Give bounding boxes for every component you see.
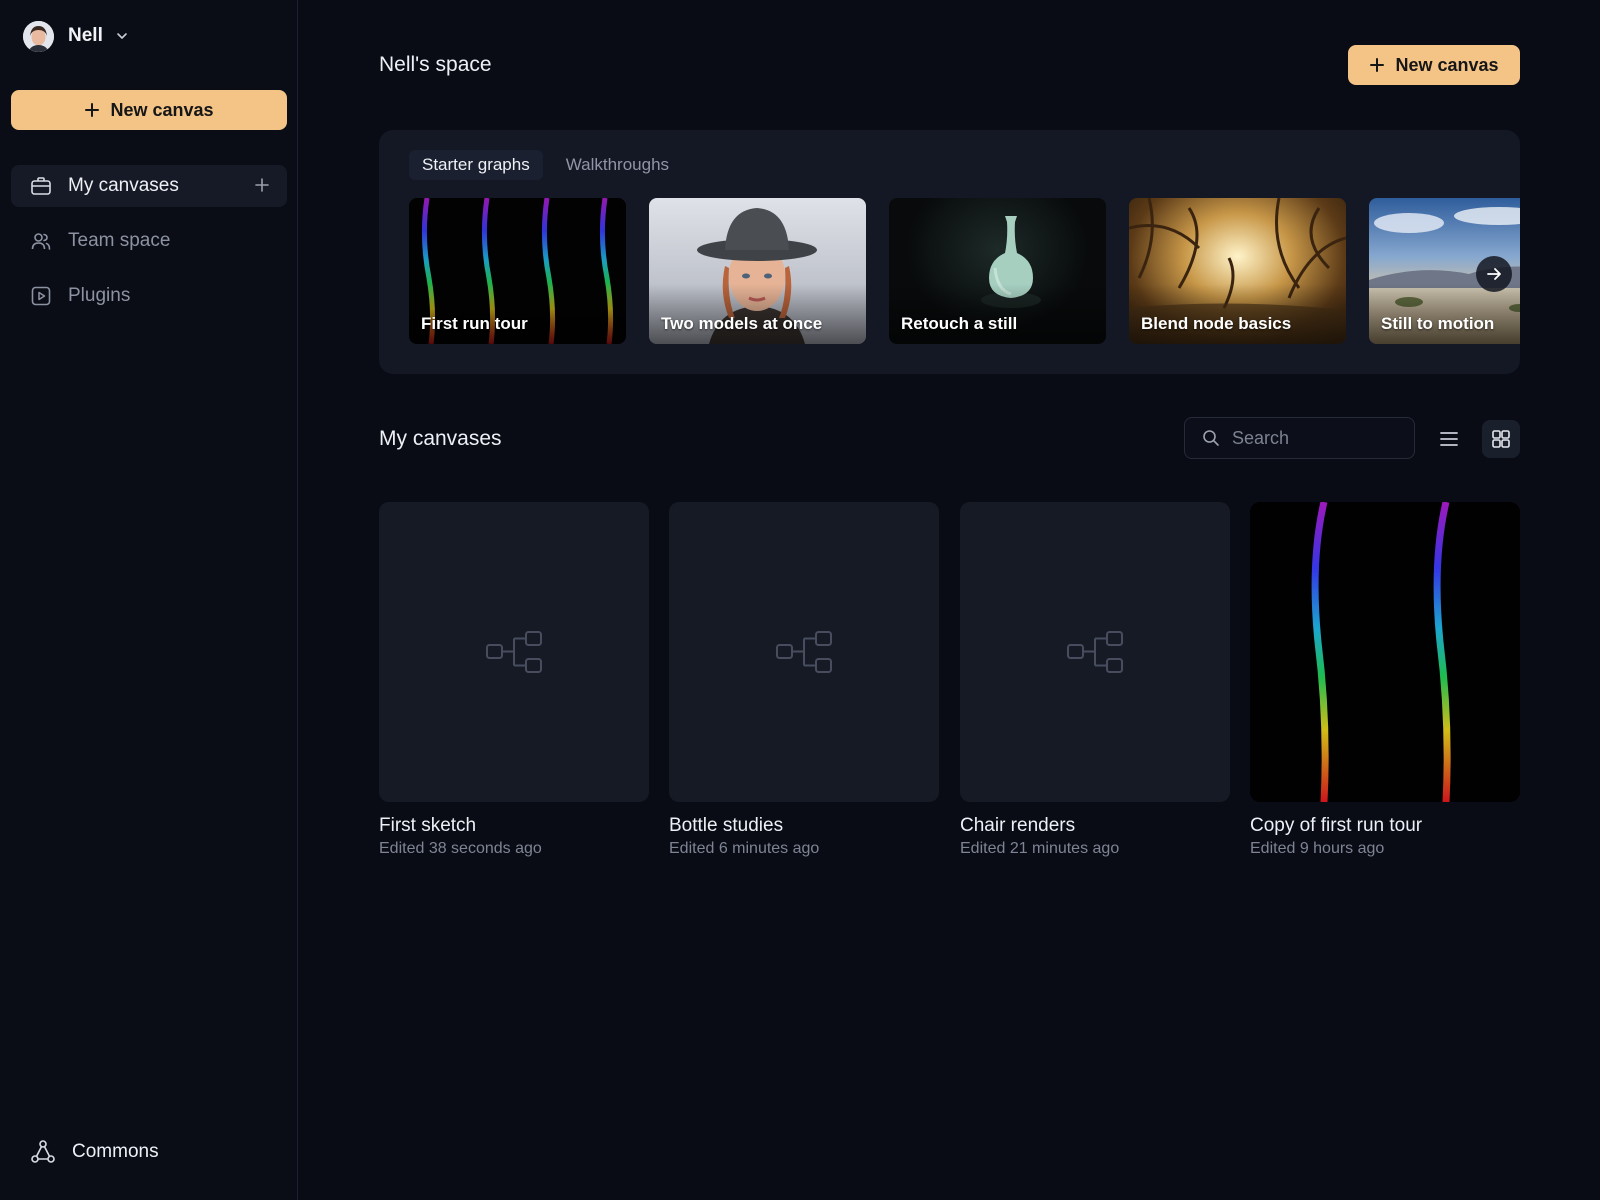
canvas-edited-time: Edited 6 minutes ago <box>669 840 820 857</box>
user-menu[interactable]: Nell <box>23 20 129 52</box>
canvas-title: First sketch <box>379 815 477 836</box>
carousel-next-button[interactable] <box>1476 256 1512 292</box>
grid-icon <box>1490 428 1512 450</box>
canvas-title: Chair renders <box>960 815 1076 836</box>
starter-card-label: Still to motion <box>1381 314 1495 333</box>
canvas-preview <box>1250 502 1520 802</box>
sidebar-new-canvas-label: New canvas <box>110 99 214 120</box>
briefcase-icon <box>30 175 52 197</box>
sidebar-item-plugins[interactable]: Plugins <box>11 275 287 317</box>
starter-carousel: First run tour Two models at once Retouc… <box>409 198 1520 344</box>
rainbow-streaks-image <box>1311 502 1451 802</box>
user-name: Nell <box>68 25 103 46</box>
sidebar-item-team-space[interactable]: Team space <box>11 220 287 262</box>
starter-card-label: Blend node basics <box>1141 314 1292 333</box>
canvas-preview <box>379 502 649 802</box>
add-canvas-icon[interactable] <box>253 176 271 194</box>
new-canvas-button[interactable]: New canvas <box>1348 45 1520 85</box>
chevron-down-icon <box>115 29 129 43</box>
grid-view-button[interactable] <box>1482 420 1520 458</box>
starter-tabs: Starter graphs Walkthroughs <box>409 150 682 180</box>
canvas-edited-time: Edited 38 seconds ago <box>379 840 542 857</box>
sidebar-new-canvas-button[interactable]: New canvas <box>11 90 287 130</box>
canvas-card-copy-of-first-run-tour[interactable]: Copy of first run tour Edited 9 hours ag… <box>1250 502 1520 858</box>
list-icon <box>1438 428 1460 450</box>
canvas-edited-time: Edited 9 hours ago <box>1250 840 1385 857</box>
search-icon <box>1202 429 1220 447</box>
node-graph-icon <box>775 630 833 674</box>
canvas-preview <box>960 502 1230 802</box>
play-square-icon <box>30 285 52 307</box>
sidebar-item-my-canvases[interactable]: My canvases <box>11 165 287 207</box>
canvas-preview <box>669 502 939 802</box>
plus-icon <box>84 102 100 118</box>
list-view-button[interactable] <box>1430 420 1468 458</box>
sidebar-nav: My canvases Team space Plugins <box>11 165 287 330</box>
starter-card-two-models[interactable]: Two models at once <box>649 198 866 344</box>
arrow-right-icon <box>1485 265 1503 283</box>
sidebar-item-label: Team space <box>68 230 171 251</box>
sidebar-item-label: My canvases <box>68 175 179 196</box>
network-icon <box>30 1139 56 1165</box>
search-input[interactable] <box>1232 427 1402 449</box>
sidebar-item-label: Plugins <box>68 285 131 306</box>
starter-card-label: First run tour <box>421 314 528 333</box>
canvas-title: Copy of first run tour <box>1250 815 1423 836</box>
new-canvas-label: New canvas <box>1395 54 1499 75</box>
tab-walkthroughs[interactable]: Walkthroughs <box>553 150 682 180</box>
page-title: Nell's space <box>379 53 492 76</box>
tab-starter-graphs[interactable]: Starter graphs <box>409 150 543 180</box>
starter-card-retouch[interactable]: Retouch a still <box>889 198 1106 344</box>
starter-card-first-run-tour[interactable]: First run tour <box>409 198 626 344</box>
starter-card-label: Retouch a still <box>901 314 1018 333</box>
node-graph-icon <box>485 630 543 674</box>
canvas-title: Bottle studies <box>669 815 784 836</box>
plus-icon <box>1369 57 1385 73</box>
canvas-card-chair-renders[interactable]: Chair renders Edited 21 minutes ago <box>960 502 1230 858</box>
avatar <box>23 20 54 52</box>
canvas-card-bottle-studies[interactable]: Bottle studies Edited 6 minutes ago <box>669 502 939 858</box>
users-icon <box>30 230 52 252</box>
canvas-card-first-sketch[interactable]: First sketch Edited 38 seconds ago <box>379 502 649 858</box>
section-title: My canvases <box>379 427 502 450</box>
sidebar: Nell New canvas My canvases Team space P… <box>0 0 298 1200</box>
starter-panel: Starter graphs Walkthroughs First run to… <box>379 130 1520 374</box>
commons-label: Commons <box>72 1141 159 1162</box>
starter-card-label: Two models at once <box>661 314 823 333</box>
starter-card-blend[interactable]: Blend node basics <box>1129 198 1346 344</box>
canvas-edited-time: Edited 21 minutes ago <box>960 840 1120 857</box>
search-box <box>1184 417 1415 459</box>
commons-link[interactable]: Commons <box>30 1139 159 1165</box>
node-graph-icon <box>1066 630 1124 674</box>
